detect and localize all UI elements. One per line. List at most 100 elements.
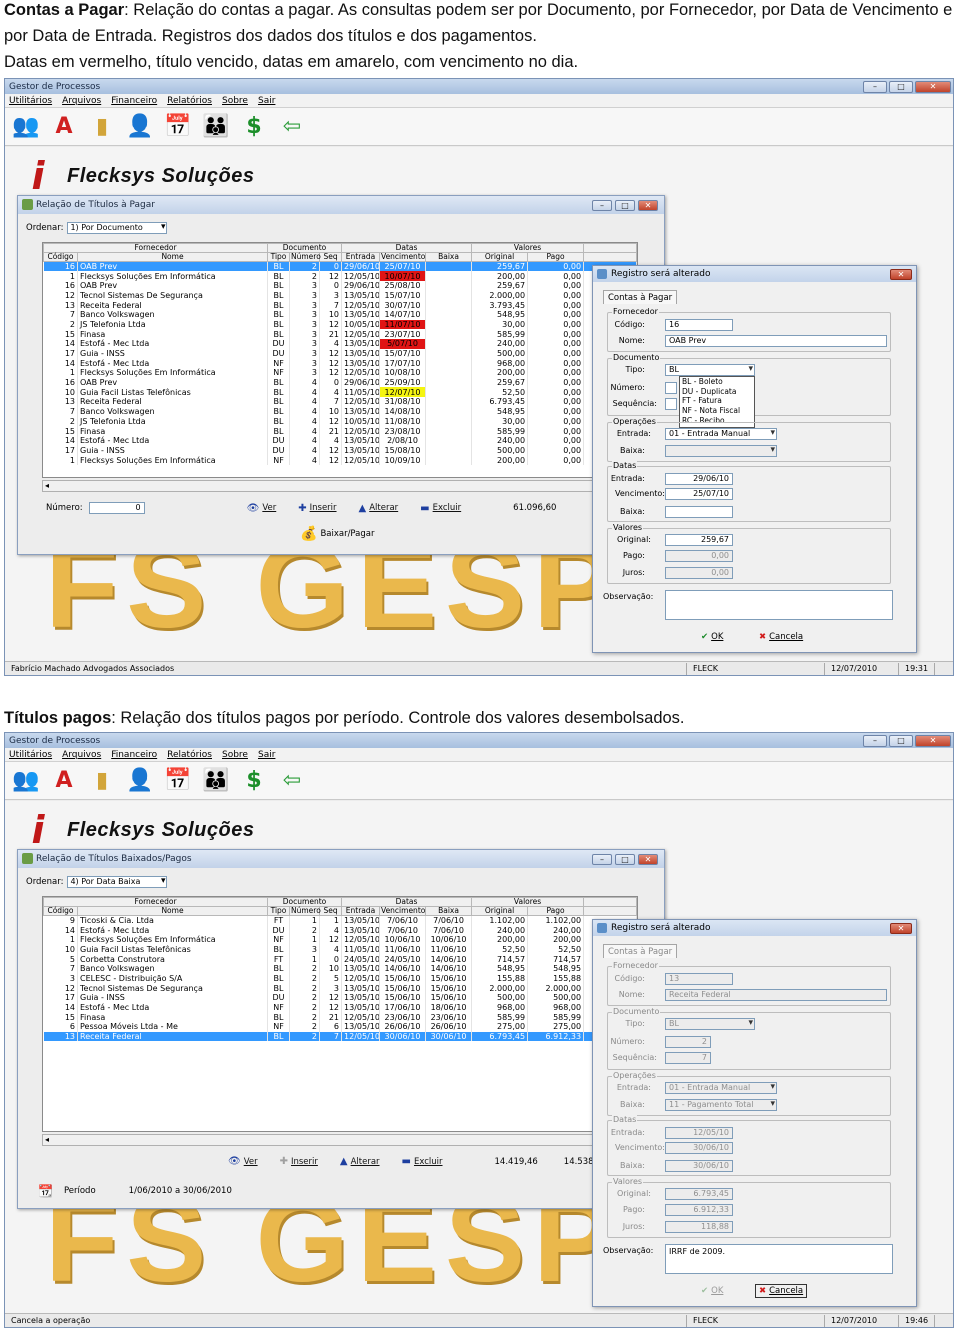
numero-field[interactable]: 2 <box>665 1036 711 1048</box>
observacao-textarea[interactable]: IRRF de 2009. <box>665 1244 893 1274</box>
calendar-icon[interactable]: 📅 <box>163 765 193 797</box>
dollar-icon[interactable]: $ <box>239 111 269 143</box>
sequencia-field[interactable]: 7 <box>665 1052 711 1064</box>
menu-financeiro[interactable]: Financeiro <box>111 96 157 106</box>
table-row[interactable]: 1 Flecksys Soluções Em Informática NF 3 12 12… <box>43 368 637 378</box>
menu-relatorios[interactable]: Relatórios <box>167 96 212 106</box>
folder-icon[interactable]: ▮ <box>87 765 117 797</box>
alterar-button[interactable]: ▲ Alterar <box>359 503 399 514</box>
table-row[interactable]: 7 Banco Volkswagen BL 2 10 13/05/10 14/06/10 14… <box>43 963 637 974</box>
column-header[interactable]: Entrada <box>341 906 381 916</box>
tab-contas-a-pagar[interactable]: Contas à Pagar <box>603 944 678 958</box>
close-button[interactable]: ✕ <box>915 80 951 93</box>
close-button[interactable]: ✕ <box>638 199 658 211</box>
maximize-button[interactable]: □ <box>615 853 635 865</box>
dollar-icon[interactable]: $ <box>239 765 269 797</box>
table-row[interactable]: 16 OAB Prev BL 2 0 29/06/10 25/07/10 259,67 0,00 <box>43 261 637 272</box>
users-icon[interactable]: 👥 <box>11 111 41 143</box>
excluir-button[interactable]: ▬ Excluir <box>402 1156 443 1167</box>
table-row[interactable]: 17 Guia - INSS DU 4 12 13/05/10 15/08/10 500,00… <box>43 445 637 456</box>
sequencia-field[interactable] <box>665 398 677 410</box>
ver-button[interactable]: 👁 Ver <box>247 503 277 514</box>
table-row[interactable]: 1 Flecksys Soluções Em Informática NF 1 12 12… <box>43 934 637 945</box>
excluir-button[interactable]: ▬ Excluir <box>420 503 461 514</box>
column-header[interactable]: Tipo <box>267 906 291 916</box>
menu-utilitarios[interactable]: Utilitários <box>9 96 52 106</box>
table-row[interactable]: 7 Banco Volkswagen BL 3 10 13/05/10 14/07/10 54… <box>43 309 637 320</box>
option-fatura[interactable]: FT - Fatura <box>682 396 754 406</box>
person-icon[interactable]: 👤 <box>125 111 155 143</box>
numero-field[interactable] <box>665 382 677 394</box>
table-row[interactable]: 15 Finasa BL 4 21 12/05/10 23/08/10 585,99 0,00 <box>43 426 637 436</box>
table-row[interactable]: 15 Finasa BL 2 21 12/05/10 23/06/10 23/06/10 585… <box>43 1012 637 1023</box>
table-row[interactable]: 16 OAB Prev BL 4 0 29/06/10 25/09/10 259,67 0,00 <box>43 377 637 388</box>
codigo-field[interactable]: 16 <box>665 319 733 331</box>
pago-field[interactable]: 6.912,33 <box>665 1204 733 1216</box>
baixa-op-select[interactable] <box>665 445 777 457</box>
table-row[interactable]: 14 Estofá - Mec Ltda DU 3 4 13/05/10 5/07/10 24… <box>43 339 637 349</box>
table-row[interactable]: 14 Estofá - Mec Ltda DU 2 4 13/05/10 7/06/10 7/… <box>43 925 637 935</box>
maximize-button[interactable]: □ <box>615 199 635 211</box>
menu-arquivos[interactable]: Arquivos <box>62 96 101 106</box>
option-duplicata[interactable]: DU - Duplicata <box>682 387 754 397</box>
minimize-button[interactable]: – <box>863 734 887 747</box>
nome-field[interactable]: OAB Prev <box>665 335 887 347</box>
tipo-select[interactable]: BL <box>665 1018 755 1030</box>
column-header[interactable]: Seq <box>319 906 343 916</box>
column-header[interactable]: Original <box>471 252 529 262</box>
ok-button[interactable]: ✔ OK <box>701 632 723 642</box>
column-header[interactable]: Pago <box>527 252 585 262</box>
inserir-button[interactable]: ✚ Inserir <box>280 1156 318 1167</box>
horizontal-scrollbar[interactable]: ◂ <box>42 480 638 492</box>
cancela-button[interactable]: ✖ Cancela <box>755 1284 808 1298</box>
table-row[interactable]: 13 Receita Federal BL 3 7 12/05/10 30/07/10 3.7… <box>43 300 637 310</box>
original-field[interactable]: 6.793,45 <box>665 1188 733 1200</box>
table-row[interactable]: 2 JS Telefonia Ltda BL 4 12 10/05/10 11/08/10 3… <box>43 416 637 427</box>
menu-arquivos[interactable]: Arquivos <box>62 750 101 760</box>
folder-icon[interactable]: ▮ <box>87 111 117 143</box>
option-nota-fiscal[interactable]: NF - Nota Fiscal <box>682 406 754 416</box>
column-header[interactable]: Original <box>471 906 529 916</box>
column-header[interactable]: Número <box>289 906 321 916</box>
menu-relatorios[interactable]: Relatórios <box>167 750 212 760</box>
juros-field[interactable]: 0,00 <box>665 567 733 579</box>
acrobat-icon[interactable]: A <box>49 765 79 797</box>
numero-input[interactable]: 0 <box>88 502 145 514</box>
baixa-op-select[interactable]: 11 - Pagamento Total <box>665 1099 777 1111</box>
dialog-close-button[interactable]: ✕ <box>890 922 912 934</box>
column-header[interactable]: Código <box>43 906 78 916</box>
calendar-icon[interactable]: 📅 <box>163 111 193 143</box>
close-button[interactable]: ✕ <box>638 853 658 865</box>
tab-contas-a-pagar[interactable]: Contas à Pagar <box>603 290 678 304</box>
person-icon[interactable]: 👤 <box>125 765 155 797</box>
exit-door-icon[interactable]: ⇦ <box>277 765 307 797</box>
vencimento-field[interactable]: 25/07/10 <box>665 488 733 500</box>
juros-field[interactable]: 118,88 <box>665 1221 733 1233</box>
table-row[interactable]: 6 Pessoa Móveis Ltda - Me NF 2 6 13/05/10 26/0… <box>43 1022 637 1032</box>
menu-financeiro[interactable]: Financeiro <box>111 750 157 760</box>
table-row[interactable]: 13 Receita Federal BL 4 7 12/05/10 31/08/10 6.7… <box>43 397 637 407</box>
table-row[interactable]: 13 Receita Federal BL 2 7 12/05/10 30/06/10 30/… <box>43 1031 637 1042</box>
column-header[interactable]: Tipo <box>267 252 291 262</box>
table-row[interactable]: 2 JS Telefonia Ltda BL 3 12 10/05/10 11/07/10 3… <box>43 319 637 330</box>
data-baixa-field[interactable] <box>665 506 733 518</box>
menu-sair[interactable]: Sair <box>258 96 275 106</box>
tipo-select[interactable]: BL <box>665 364 755 376</box>
table-row[interactable]: 12 Tecnol Sistemas De Segurança BL 3 3 13/05/… <box>43 290 637 301</box>
table-row[interactable]: 14 Estofá - Mec Ltda NF 2 12 13/05/10 17/06/10… <box>43 1002 637 1013</box>
ver-button[interactable]: 👁 Ver <box>228 1156 258 1167</box>
observacao-textarea[interactable] <box>665 590 893 620</box>
nome-field[interactable]: Receita Federal <box>665 989 887 1001</box>
cancela-button[interactable]: ✖ Cancela <box>759 632 803 642</box>
close-button[interactable]: ✕ <box>915 734 951 747</box>
maximize-button[interactable]: □ <box>889 734 913 747</box>
column-header[interactable]: Baixa <box>425 906 473 916</box>
column-header[interactable]: Baixa <box>425 252 473 262</box>
table-row[interactable]: 14 Estofá - Mec Ltda NF 3 12 13/05/10 17/07/10… <box>43 358 637 369</box>
column-header[interactable]: Entrada <box>341 252 381 262</box>
horizontal-scrollbar[interactable]: ◂ <box>42 1134 638 1146</box>
original-field[interactable]: 259,67 <box>665 534 733 546</box>
menu-sobre[interactable]: Sobre <box>222 750 248 760</box>
dialog-close-button[interactable]: ✕ <box>890 268 912 280</box>
ordenar-select[interactable]: 4) Por Data Baixa <box>67 876 168 888</box>
